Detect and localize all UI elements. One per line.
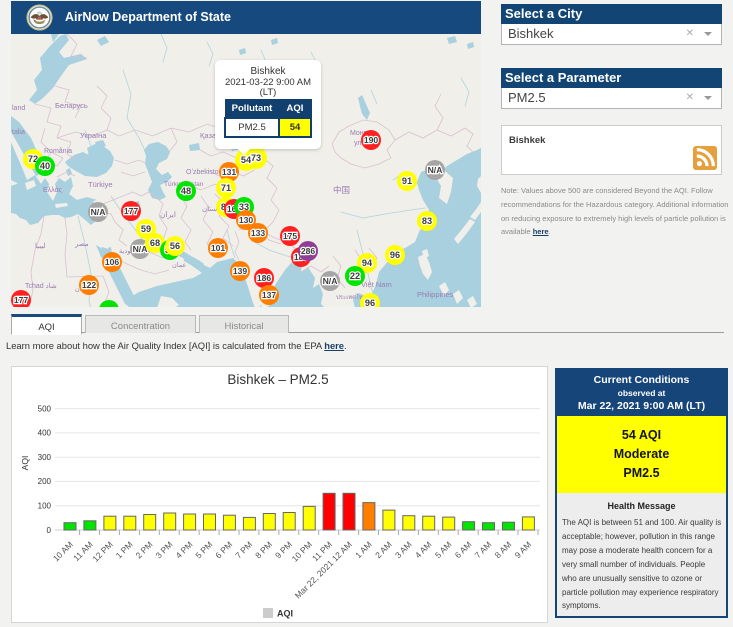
svg-text:ايران: ايران (160, 210, 176, 219)
svg-text:190: 190 (364, 135, 379, 145)
svg-text:3 PM: 3 PM (154, 539, 175, 560)
svg-text:73: 73 (251, 153, 261, 163)
svg-text:106: 106 (105, 257, 120, 267)
svg-text:10 AM: 10 AM (51, 539, 75, 563)
svg-text:83: 83 (422, 216, 432, 226)
svg-text:122: 122 (82, 280, 97, 290)
svg-text:Bishkek – PM2.5: Bishkek – PM2.5 (227, 372, 328, 387)
svg-text:400: 400 (38, 429, 52, 438)
svg-text:200: 200 (38, 477, 52, 486)
svg-text:94: 94 (362, 258, 373, 268)
svg-text:7 PM: 7 PM (233, 539, 254, 560)
svg-text:71: 71 (221, 183, 231, 193)
svg-text:131: 131 (222, 167, 237, 177)
svg-text:عمان: عمان (172, 261, 187, 269)
svg-text:1 AM: 1 AM (353, 539, 374, 560)
svg-text:56: 56 (170, 241, 180, 251)
svg-text:4 PM: 4 PM (173, 539, 194, 560)
svg-text:175: 175 (283, 231, 298, 241)
svg-text:Việt Nam: Việt Nam (361, 280, 392, 289)
svg-text:0: 0 (47, 526, 52, 535)
svg-text:137: 137 (262, 290, 277, 300)
svg-text:8 PM: 8 PM (253, 539, 274, 560)
svg-text:Türkiye: Türkiye (88, 180, 113, 189)
svg-text:中国: 中国 (333, 185, 350, 195)
svg-text:2 PM: 2 PM (134, 539, 155, 560)
svg-text:4 AM: 4 AM (413, 539, 434, 560)
svg-text:133: 133 (251, 228, 266, 238)
svg-text:91: 91 (402, 176, 412, 186)
svg-text:12 PM: 12 PM (90, 539, 114, 563)
svg-text:96: 96 (390, 250, 400, 260)
svg-text:land: land (12, 105, 25, 112)
svg-text:100: 100 (38, 502, 52, 511)
svg-text:مصر: مصر (74, 241, 89, 248)
svg-text:Ελλάς: Ελλάς (43, 186, 63, 194)
svg-text:500: 500 (38, 404, 52, 413)
svg-text:România: România (44, 148, 72, 155)
svg-text:186: 186 (257, 273, 272, 283)
svg-text:68: 68 (150, 238, 160, 248)
svg-text:177: 177 (14, 295, 29, 305)
svg-text:300: 300 (38, 453, 52, 462)
svg-text:5 AM: 5 AM (433, 539, 454, 560)
svg-text:Tchad شاد: Tchad شاد (25, 282, 57, 290)
svg-text:22: 22 (350, 271, 360, 281)
svg-text:11 AM: 11 AM (71, 539, 95, 563)
svg-text:Беларусь: Беларусь (55, 101, 88, 110)
svg-text:101: 101 (211, 243, 226, 253)
svg-text:ستان: ستان (202, 205, 217, 213)
svg-text:AQI: AQI (277, 609, 293, 619)
svg-text:286: 286 (301, 246, 316, 256)
svg-text:ليبيا: ليبيا (35, 242, 46, 250)
svg-text:6 PM: 6 PM (213, 539, 234, 560)
svg-text:130: 130 (239, 215, 254, 225)
svg-text:1 PM: 1 PM (114, 539, 135, 560)
svg-text:AQI: AQI (20, 456, 30, 471)
svg-text:N/A: N/A (133, 244, 148, 254)
svg-text:talia: talia (12, 129, 25, 136)
svg-text:10 PM: 10 PM (290, 539, 314, 563)
svg-text:40: 40 (40, 161, 50, 171)
svg-text:8 AM: 8 AM (493, 539, 514, 560)
svg-text:9 AM: 9 AM (513, 539, 534, 560)
svg-text:Oʻzbekisto: Oʻzbekisto (186, 168, 219, 176)
svg-text:N/A: N/A (91, 207, 106, 217)
svg-text:6 AM: 6 AM (453, 539, 474, 560)
svg-text:59: 59 (141, 224, 151, 234)
svg-text:N/A: N/A (323, 276, 338, 286)
svg-text:7 AM: 7 AM (473, 539, 494, 560)
svg-text:177: 177 (124, 206, 139, 216)
svg-text:N/A: N/A (428, 165, 443, 175)
svg-text:3 AM: 3 AM (393, 539, 414, 560)
svg-text:Philippines: Philippines (417, 290, 454, 299)
svg-text:5 PM: 5 PM (193, 539, 214, 560)
svg-text:2 AM: 2 AM (373, 539, 394, 560)
svg-text:96: 96 (365, 298, 375, 307)
svg-text:54: 54 (241, 155, 252, 165)
svg-text:Україна: Україна (80, 131, 107, 140)
svg-text:48: 48 (181, 186, 191, 196)
svg-text:139: 139 (233, 266, 248, 276)
